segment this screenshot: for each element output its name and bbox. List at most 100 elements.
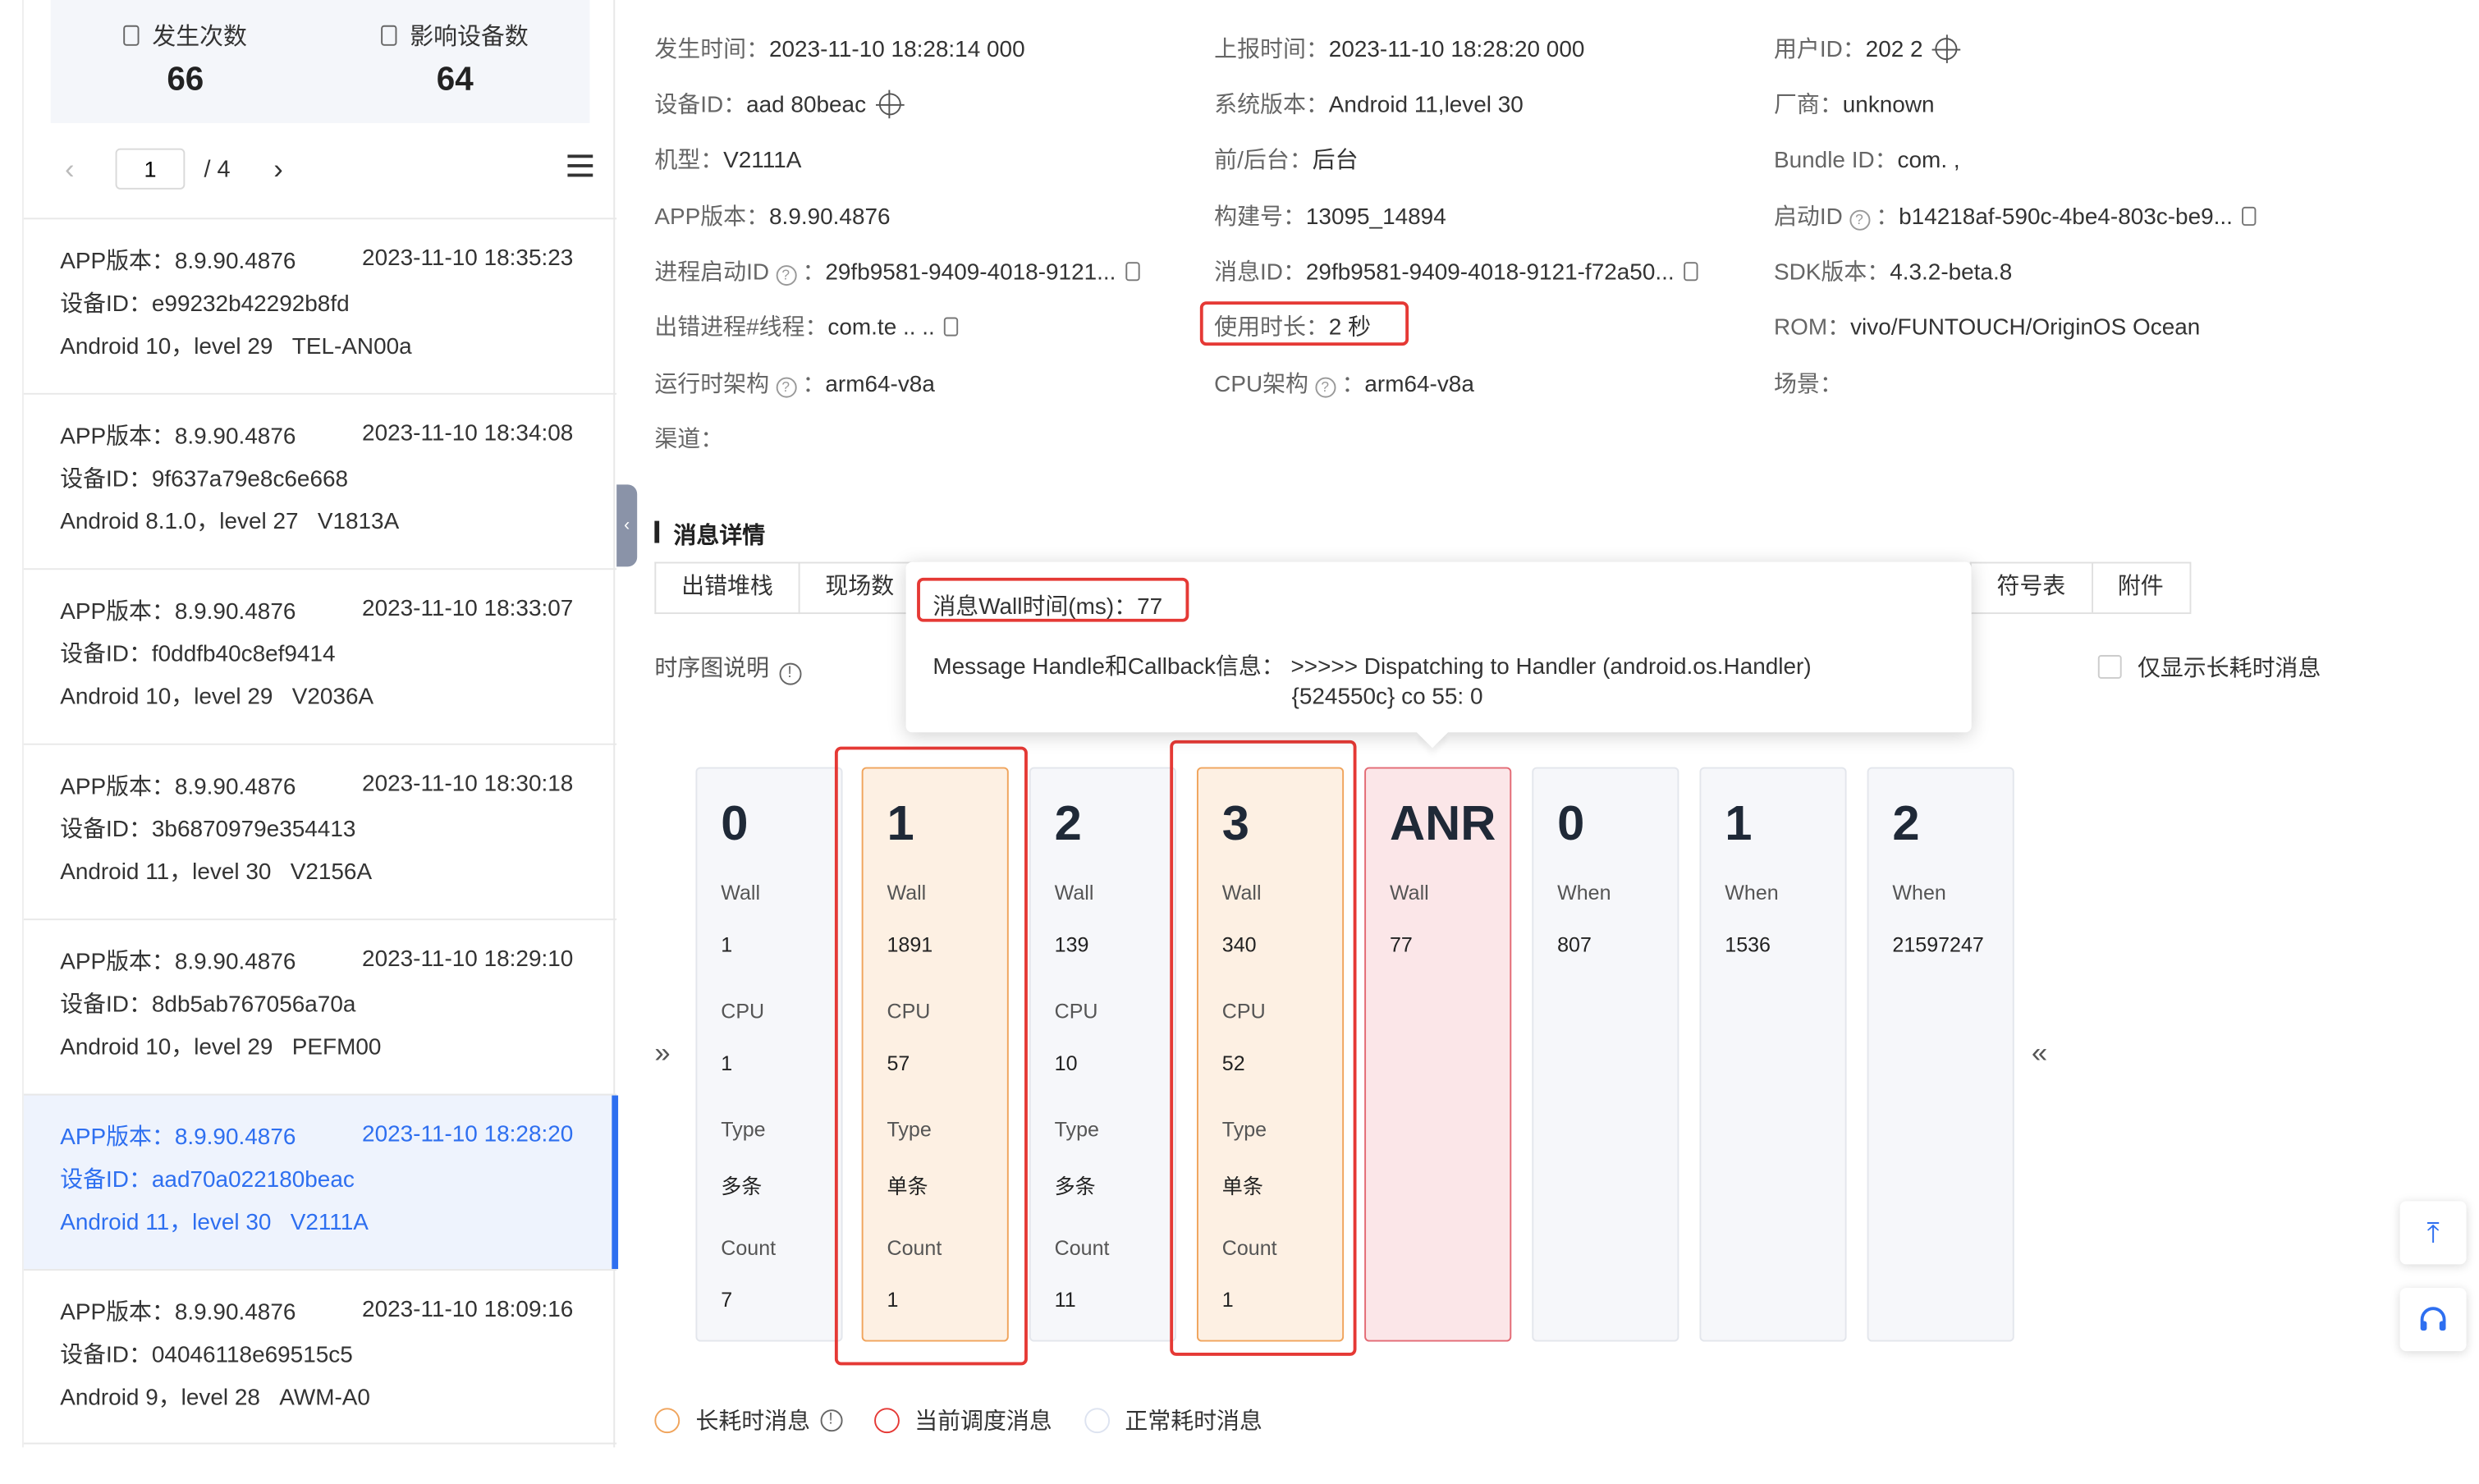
list-item-device: 设备ID：9f637a79e8c6e668	[60, 467, 349, 492]
list-item-os: Android 10，level 29	[60, 334, 273, 360]
info-process-id: 进程启动ID? ：29fb9581-9409-4018-9121...	[654, 254, 1140, 287]
card-value: 多条	[1054, 1174, 1096, 1198]
help-icon[interactable]: ?	[1849, 209, 1870, 231]
info-sdk-version: SDK版本：4.3.2-beta.8	[1773, 260, 2013, 286]
list-item-time: 2023-11-10 18:28:20	[362, 1122, 574, 1148]
help-icon[interactable]: ?	[1314, 377, 1336, 398]
legend-current: 当前调度消息	[914, 1409, 1052, 1436]
lock-icon	[123, 25, 140, 46]
detail-tabs: 出错堆栈 现场数	[654, 561, 919, 615]
wall-time-highlight-box	[917, 577, 1189, 622]
scroll-right-button[interactable]: «	[2032, 1037, 2047, 1069]
stat-occurrences-value: 66	[167, 61, 204, 98]
card-label: Count	[1054, 1235, 1110, 1260]
stat-occurrences: 发生次数 66	[51, 0, 320, 123]
list-item-device: 设备ID：04046118e69515c5	[60, 1343, 353, 1369]
tab-symbols[interactable]: 符号表	[1969, 561, 2092, 615]
legend-normal: 正常耗时消息	[1125, 1409, 1262, 1436]
scroll-left-button[interactable]: »	[654, 1037, 670, 1069]
info-icon[interactable]: !	[819, 1408, 842, 1431]
list-item-os: Android 11，level 30	[60, 860, 272, 886]
info-sys-version: 系统版本：Android 11,level 30	[1214, 93, 1524, 119]
list-item-time: 2023-11-10 18:09:16	[362, 1297, 574, 1323]
info-model: 机型：V2111A	[654, 148, 802, 174]
info-usage-duration: 使用时长：2 秒	[1214, 315, 1372, 341]
locate-icon[interactable]	[875, 89, 905, 119]
card-value: 139	[1054, 932, 1089, 957]
list-item[interactable]: APP版本：8.9.90.4876 2023-11-10 18:29:10 设备…	[23, 918, 617, 1093]
back-to-top-button[interactable]: ⤒	[2399, 1201, 2467, 1265]
card-value: 10	[1054, 1051, 1078, 1075]
message-card[interactable]: 2 Wall 139 CPU 10 Type 多条 Count 11	[1029, 767, 1176, 1342]
card-index: 0	[721, 795, 749, 851]
info-icon[interactable]: !	[778, 662, 801, 685]
long-only-checkbox[interactable]	[2097, 655, 2122, 679]
message-card-anr[interactable]: ANR Wall 77	[1364, 767, 1512, 1342]
info-launch-id: 启动ID? ：b14218af-590c-4be4-803c-be9...	[1774, 199, 2257, 231]
legend-current-dot	[873, 1407, 899, 1433]
card-value: 1	[721, 932, 733, 957]
message-card-pending[interactable]: 1 When 1536	[1699, 767, 1847, 1342]
message-card[interactable]: 0 Wall 1 CPU 1 Type 多条 Count 7	[695, 767, 843, 1342]
info-foreground: 前/后台：后台	[1214, 148, 1359, 174]
help-icon[interactable]: ?	[775, 265, 796, 286]
card-index: ANR	[1389, 795, 1496, 851]
collapse-panel-button[interactable]: ‹	[616, 484, 638, 567]
list-item-os: Android 10，level 29	[60, 685, 273, 711]
headset-icon	[2420, 1307, 2446, 1331]
next-page-button[interactable]: ›	[273, 153, 283, 186]
card-value: 多条	[721, 1174, 763, 1198]
info-report-time: 上报时间：2023-11-10 18:28:20 000	[1214, 38, 1585, 63]
section-title: 消息详情	[654, 518, 765, 551]
message-card-pending[interactable]: 0 When 807	[1532, 767, 1679, 1342]
stats-summary: 发生次数 66 影响设备数 64	[50, 0, 590, 123]
list-item-model: TEL-AN00a	[291, 334, 412, 360]
phone-icon	[381, 25, 397, 46]
popover-handler-info: Message Handle和Callback信息： >>>>> Dispatc…	[932, 655, 1812, 680]
list-item-device: 设备ID：e99232b42292b8fd	[60, 291, 350, 318]
sequence-description: 时序图说明!	[654, 650, 801, 685]
list-item-model: PEFM00	[291, 1035, 382, 1061]
list-item[interactable]: APP版本：8.9.90.4876 2023-11-10 18:34:08 设备…	[23, 392, 617, 568]
message-card-pending[interactable]: 2 When 21597247	[1867, 767, 2014, 1342]
copy-icon[interactable]	[1684, 262, 1698, 282]
list-item[interactable]: APP版本：8.9.90.4876 2023-11-10 18:33:07 设备…	[23, 568, 617, 743]
stat-devices-value: 64	[436, 61, 474, 98]
copy-icon[interactable]	[2242, 206, 2257, 226]
list-item-time: 2023-11-10 18:35:23	[362, 245, 574, 272]
help-icon[interactable]: ?	[775, 377, 796, 398]
list-item-time: 2023-11-10 18:30:18	[362, 772, 574, 798]
info-app-version: APP版本：8.9.90.4876	[654, 204, 891, 231]
info-rom: ROM：vivo/FUNTOUCH/OriginOS Ocean	[1773, 315, 2201, 341]
tab-scene-data[interactable]: 现场数	[798, 561, 919, 615]
long-card-highlight-box	[834, 746, 1028, 1366]
legend-normal-dot	[1084, 1407, 1110, 1433]
list-item-device: 设备ID：8db5ab767056a70a	[60, 992, 356, 1019]
card-value: 1536	[1725, 932, 1771, 957]
card-label: CPU	[721, 999, 765, 1024]
info-thread: 出错进程#线程：com.te .. ..	[654, 309, 959, 342]
info-occur-time: 发生时间：2023-11-10 18:28:14 000	[654, 38, 1025, 63]
list-item-selected[interactable]: APP版本：8.9.90.4876 2023-11-10 18:28:20 设备…	[23, 1093, 619, 1270]
support-button[interactable]	[2399, 1288, 2467, 1352]
card-label: Type	[721, 1117, 766, 1142]
tab-attachments[interactable]: 附件	[2091, 561, 2191, 615]
info-build: 构建号：13095_14894	[1214, 204, 1446, 231]
card-index: 1	[1725, 795, 1753, 851]
copy-icon[interactable]	[944, 317, 959, 337]
list-item-device: 设备ID：aad70a022180beac	[60, 1168, 355, 1193]
list-item[interactable]: APP版本：8.9.90.4876 2023-11-10 18:09:16 设备…	[23, 1269, 617, 1445]
card-label: When	[1557, 881, 1611, 905]
menu-icon[interactable]	[567, 154, 593, 177]
copy-icon[interactable]	[1125, 262, 1140, 282]
tab-stack[interactable]: 出错堆栈	[654, 561, 799, 615]
list-item[interactable]: APP版本：8.9.90.4876 2023-11-10 18:35:23 设备…	[23, 218, 617, 392]
long-only-toggle[interactable]: 仅显示长耗时消息	[2097, 650, 2321, 683]
pagination: ‹ / 4 ›	[24, 148, 616, 190]
locate-icon[interactable]	[1932, 34, 1961, 63]
list-item-os: Android 11，level 30	[60, 1210, 272, 1236]
info-message-id: 消息ID：29fb9581-9409-4018-9121-f72a50...	[1214, 254, 1698, 287]
list-item[interactable]: APP版本：8.9.90.4876 2023-11-10 18:30:18 设备…	[23, 743, 617, 918]
prev-page-button[interactable]: ‹	[65, 153, 75, 186]
page-input[interactable]	[115, 148, 186, 190]
